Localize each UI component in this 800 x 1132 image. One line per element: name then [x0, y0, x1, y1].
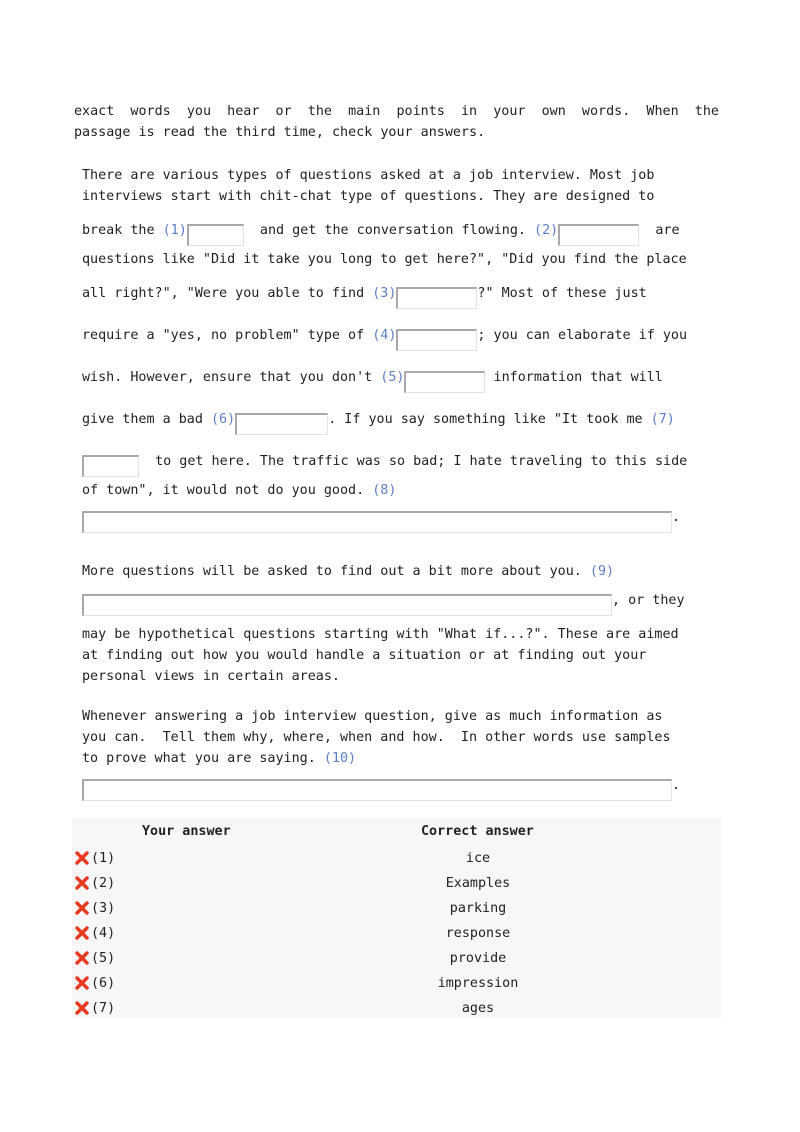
- passage-text: are: [639, 223, 680, 238]
- red-x-icon: [75, 851, 89, 865]
- row-number: (1): [91, 851, 116, 866]
- blank-number: (9): [589, 564, 615, 579]
- blank-number: (4): [372, 328, 397, 343]
- correct-answer: parking: [449, 901, 507, 916]
- intro-line: passage is read the third time, check yo…: [74, 125, 486, 140]
- blank-input-1[interactable]: [186, 224, 244, 246]
- blank-number: (8): [372, 483, 397, 498]
- row-number: (5): [91, 951, 116, 966]
- passage-line: More questions will be asked to find out…: [82, 560, 614, 584]
- passage-line: wish. However, ensure that you don't (5)…: [82, 366, 663, 393]
- passage-text: Whenever answering a job interview quest…: [82, 709, 663, 724]
- blank-number: (2): [534, 223, 559, 238]
- passage-line: .: [82, 774, 681, 801]
- blank-input-3[interactable]: [396, 287, 478, 309]
- result-row: (6) impression: [72, 971, 721, 996]
- result-row: (3) parking: [72, 896, 721, 921]
- passage-text: ; you can elaborate if you: [477, 328, 688, 343]
- passage-text: wish. However, ensure that you don't: [82, 370, 381, 385]
- result-row: (2) Examples: [72, 871, 721, 896]
- passage-line: interviews start with chit-chat type of …: [82, 185, 654, 209]
- blank-input-8[interactable]: [82, 511, 672, 533]
- passage-text: to prove what you are saying.: [82, 751, 324, 766]
- passage-text: interviews start with chit-chat type of …: [82, 189, 655, 204]
- blank-number: (3): [372, 286, 397, 301]
- red-x-icon: [75, 951, 89, 965]
- blank-input-2[interactable]: [558, 224, 640, 246]
- correct-answer: Examples: [445, 876, 511, 891]
- passage-text: .: [672, 510, 681, 525]
- passage-line: of town", it would not do you good. (8): [82, 479, 396, 503]
- blank-input-5[interactable]: [404, 371, 486, 393]
- passage-line: break the (1) and get the conversation f…: [82, 219, 680, 246]
- blank-input-4[interactable]: [396, 329, 478, 351]
- passage-text: give them a bad: [82, 412, 211, 427]
- your-answer-header: Your answer: [142, 824, 231, 839]
- row-number: (3): [91, 901, 116, 916]
- row-number: (6): [91, 976, 116, 991]
- red-x-icon: [75, 926, 89, 940]
- blank-number: (6): [211, 412, 236, 427]
- correct-answer: provide: [449, 951, 507, 966]
- red-x-icon: [75, 901, 89, 915]
- result-row: (1) ice: [72, 846, 721, 871]
- passage-text: .: [672, 778, 681, 793]
- passage-text: questions like "Did it take you long to …: [82, 252, 687, 267]
- red-x-icon: [75, 876, 89, 890]
- passage-line: .: [82, 506, 681, 533]
- blank-number: (10): [323, 751, 357, 766]
- blank-number: (5): [380, 370, 405, 385]
- result-row: (7) ages: [72, 996, 721, 1021]
- passage-text: all right?", "Were you able to find: [82, 286, 373, 301]
- row-number: (2): [91, 876, 116, 891]
- passage-line: all right?", "Were you able to find (3)?…: [82, 282, 647, 309]
- passage-text: ?" Most of these just: [477, 286, 647, 301]
- row-number: (7): [91, 1001, 116, 1016]
- passage-text: More questions will be asked to find out…: [82, 564, 590, 579]
- passage-text: you can. Tell them why, where, when and …: [82, 730, 671, 745]
- passage-text: There are various types of questions ask…: [82, 168, 655, 183]
- blank-number: (1): [162, 223, 187, 238]
- passage-text: personal views in certain areas.: [82, 669, 340, 684]
- passage-text: may be hypothetical questions starting w…: [82, 627, 679, 642]
- red-x-icon: [75, 1001, 89, 1015]
- passage-text: and get the conversation flowing.: [243, 223, 535, 238]
- blank-input-6[interactable]: [235, 413, 329, 435]
- passage-text: . If you say something like "It took me: [328, 412, 651, 427]
- passage-text: , or they: [612, 593, 685, 608]
- blank-input-10[interactable]: [82, 779, 672, 801]
- passage-line: , or they: [82, 589, 685, 616]
- passage-text: to get here. The traffic was so bad; I h…: [139, 454, 688, 469]
- correct-answer: ice: [465, 851, 491, 866]
- passage-line: to prove what you are saying. (10): [82, 747, 356, 771]
- passage-text: information that will: [485, 370, 663, 385]
- correct-answer: ages: [461, 1001, 495, 1016]
- row-number: (4): [91, 926, 116, 941]
- result-row: (5) provide: [72, 946, 721, 971]
- passage-line: give them a bad (6) . If you say somethin…: [82, 408, 675, 435]
- results-table: Your answer Correct answer (1) ice (2) Exam…: [72, 818, 721, 1018]
- passage-line: to get here. The traffic was so bad; I h…: [82, 450, 688, 477]
- passage-line: personal views in certain areas.: [82, 665, 340, 689]
- passage-line: require a "yes, no problem" type of (4);…: [82, 324, 688, 351]
- correct-answer: impression: [437, 976, 519, 991]
- blank-number: (7): [650, 412, 675, 427]
- passage-line: questions like "Did it take you long to …: [82, 248, 687, 272]
- passage-text: break the: [82, 223, 163, 238]
- passage-text: require a "yes, no problem" type of: [82, 328, 373, 343]
- blank-input-7[interactable]: [82, 455, 139, 477]
- passage-text: at finding out how you would handle a si…: [82, 648, 647, 663]
- red-x-icon: [75, 976, 89, 990]
- result-row: (4) response: [72, 921, 721, 946]
- blank-input-9[interactable]: [82, 594, 612, 616]
- correct-answer-header: Correct answer: [421, 824, 534, 839]
- passage-text: of town", it would not do you good.: [82, 483, 373, 498]
- correct-answer: response: [445, 926, 511, 941]
- exercise-page: exact words you hear or the main points …: [0, 0, 800, 1132]
